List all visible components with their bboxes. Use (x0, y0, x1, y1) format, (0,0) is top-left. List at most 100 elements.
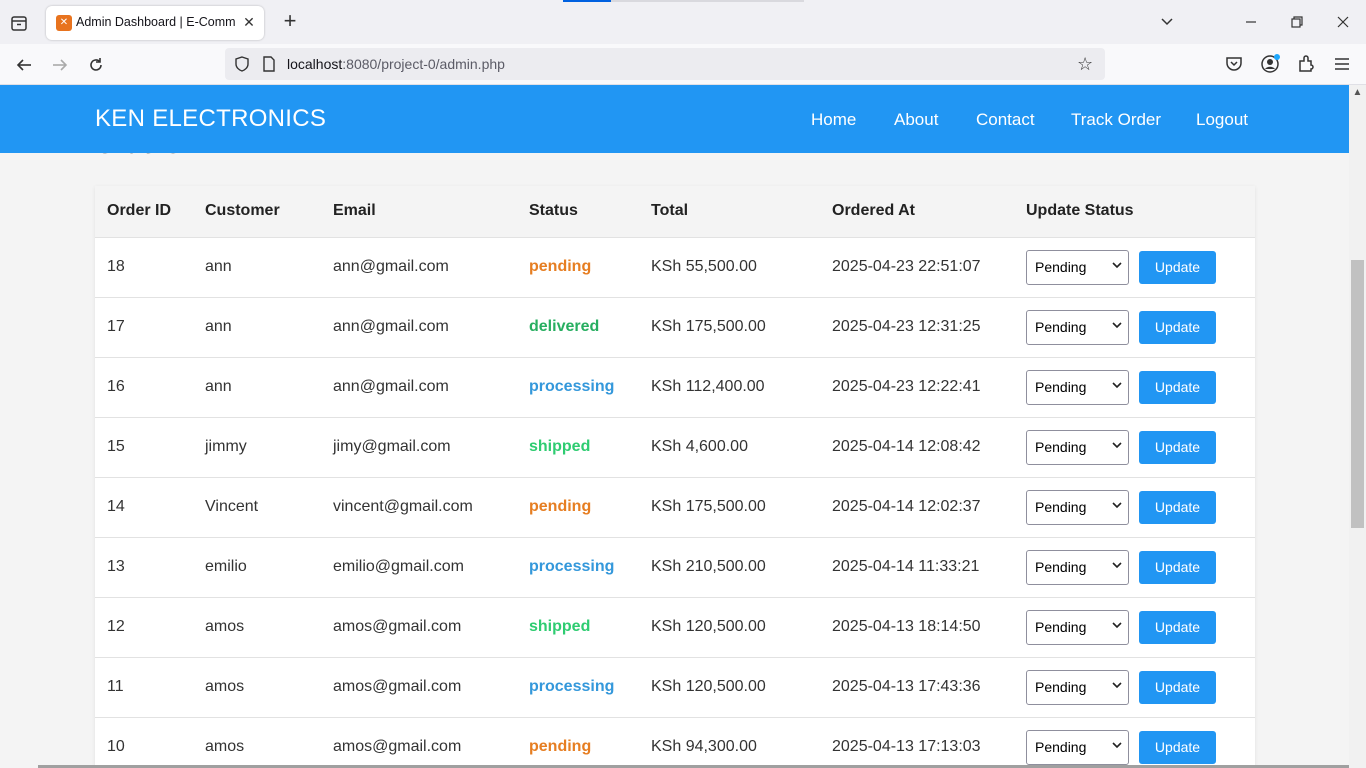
header-status: Status (529, 202, 578, 220)
status-select-value: Pending (1035, 738, 1087, 755)
forward-arrow-icon[interactable] (47, 52, 73, 78)
chevron-down-icon (1112, 611, 1122, 644)
update-button[interactable]: Update (1139, 430, 1216, 464)
order-total: KSh 94,300.00 (651, 738, 757, 756)
scrollbar-thumb[interactable] (1351, 260, 1364, 528)
back-arrow-icon[interactable] (11, 52, 37, 78)
ordered-at: 2025-04-14 12:08:42 (832, 438, 981, 455)
minimize-icon[interactable] (1236, 10, 1266, 34)
nav-track-order[interactable]: Track Order (1071, 110, 1161, 130)
update-status-cell: Pending Update (1014, 717, 1255, 768)
status-select-value: Pending (1035, 258, 1087, 275)
site-brand[interactable]: KEN ELECTRONICS (95, 105, 326, 133)
order-status: shipped (529, 618, 591, 635)
table-row: 18 ann ann@gmail.com pending KSh 55,500.00 20… (95, 237, 1255, 297)
table-row: 17 ann ann@gmail.com delivered KSh 175,500.0… (95, 297, 1255, 357)
update-button[interactable]: Update (1139, 310, 1216, 344)
nav-logout[interactable]: Logout (1196, 110, 1248, 130)
order-status: pending (529, 738, 592, 756)
customer-email: amos@gmail.com (333, 678, 462, 695)
orders-table-card: Order ID Customer Email Status Total Ord… (95, 186, 1255, 768)
order-id: 12 (107, 618, 125, 635)
table-row: 12 amos amos@gmail.com shipped KSh 120,500.0… (95, 597, 1255, 657)
table-row: 15 jimmy jimy@gmail.com shipped KSh 4,600.00… (95, 417, 1255, 477)
order-status: processing (529, 558, 615, 575)
order-id: 10 (107, 738, 125, 756)
customer-name: ann (205, 258, 232, 275)
new-tab-button[interactable]: + (278, 10, 302, 34)
update-button[interactable]: Update (1139, 610, 1216, 644)
status-select[interactable]: Pending (1026, 369, 1129, 405)
status-select-value: Pending (1035, 438, 1087, 455)
page-scrollbar[interactable]: ▲ (1349, 85, 1366, 768)
order-total: KSh 4,600.00 (651, 438, 748, 455)
tab-close-icon[interactable]: ✕ (240, 13, 258, 31)
update-button[interactable]: Update (1139, 490, 1216, 524)
bookmark-star-icon[interactable]: ☆ (1077, 54, 1097, 74)
table-row: 14 Vincent vincent@gmail.com pending KSh 175… (95, 477, 1255, 537)
url-host: localhost (287, 56, 343, 72)
header-customer: Customer (205, 202, 280, 220)
hamburger-menu-icon[interactable] (1331, 53, 1353, 75)
status-select-value: Pending (1035, 378, 1087, 395)
order-id: 13 (107, 558, 125, 575)
restore-icon[interactable] (1282, 10, 1312, 34)
status-select[interactable]: Pending (1026, 309, 1129, 345)
update-status-cell: Pending Update (1014, 297, 1255, 357)
ordered-at: 2025-04-14 12:02:37 (832, 498, 981, 515)
pocket-icon[interactable] (1223, 53, 1245, 75)
page-info-icon[interactable] (261, 55, 277, 73)
customer-name: ann (205, 378, 232, 395)
table-row: 16 ann ann@gmail.com processing KSh 112,400.… (95, 357, 1255, 417)
order-id: 14 (107, 498, 125, 515)
customer-email: ann@gmail.com (333, 318, 449, 335)
order-status: pending (529, 258, 592, 275)
update-status-cell: Pending Update (1014, 237, 1255, 297)
scroll-up-arrow-icon[interactable]: ▲ (1352, 87, 1363, 98)
update-button[interactable]: Update (1139, 550, 1216, 584)
tracking-shield-icon[interactable] (233, 55, 251, 73)
order-id: 16 (107, 378, 125, 395)
status-select[interactable]: Pending (1026, 429, 1129, 465)
update-button[interactable]: Update (1139, 670, 1216, 704)
account-icon[interactable] (1259, 53, 1281, 75)
table-header-row: Order ID Customer Email Status Total Ord… (95, 186, 1255, 237)
window-close-icon[interactable] (1328, 10, 1358, 34)
ordered-at: 2025-04-23 12:31:25 (832, 318, 981, 335)
tab-title: Admin Dashboard | E-Commerce (76, 15, 236, 29)
status-select[interactable]: Pending (1026, 489, 1129, 525)
status-select[interactable]: Pending (1026, 609, 1129, 645)
address-bar[interactable]: localhost:8080/project-0/admin.php ☆ (225, 48, 1105, 80)
update-button[interactable]: Update (1139, 370, 1216, 404)
ordered-at: 2025-04-13 17:43:36 (832, 678, 981, 695)
update-status-cell: Pending Update (1014, 477, 1255, 537)
order-status: shipped (529, 438, 591, 455)
status-select[interactable]: Pending (1026, 729, 1129, 765)
order-total: KSh 55,500.00 (651, 258, 757, 275)
update-status-cell: Pending Update (1014, 597, 1255, 657)
order-total: KSh 120,500.00 (651, 678, 766, 695)
status-select[interactable]: Pending (1026, 549, 1129, 585)
reload-icon[interactable] (83, 52, 109, 78)
tab-list-icon[interactable] (8, 12, 30, 34)
nav-about[interactable]: About (894, 110, 938, 130)
tab-strip-indicator (563, 0, 611, 2)
tab-overflow-chevron-icon[interactable] (1152, 10, 1182, 34)
tab-admin-dashboard[interactable]: ✕ Admin Dashboard | E-Commerce ✕ (46, 6, 264, 40)
ordered-at: 2025-04-23 22:51:07 (832, 258, 981, 275)
nav-home[interactable]: Home (811, 110, 856, 130)
status-select[interactable]: Pending (1026, 249, 1129, 285)
update-button[interactable]: Update (1139, 730, 1216, 764)
status-select-value: Pending (1035, 678, 1087, 695)
order-id: 17 (107, 318, 125, 335)
extensions-icon[interactable] (1295, 53, 1317, 75)
customer-email: amos@gmail.com (333, 738, 462, 756)
customer-email: jimy@gmail.com (333, 438, 451, 455)
order-id: 11 (107, 678, 124, 695)
customer-name: jimmy (205, 438, 247, 455)
nav-contact[interactable]: Contact (976, 110, 1035, 130)
customer-email: vincent@gmail.com (333, 498, 473, 515)
status-select[interactable]: Pending (1026, 669, 1129, 705)
site-header: KEN ELECTRONICS Home About Contact Track… (0, 85, 1349, 153)
update-button[interactable]: Update (1139, 250, 1216, 284)
